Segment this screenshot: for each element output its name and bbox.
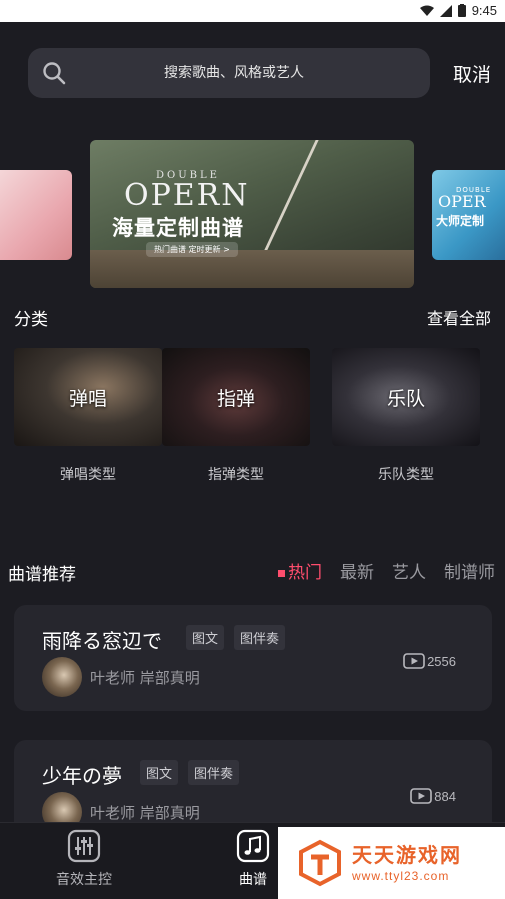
categories-title: 分类 — [14, 310, 48, 330]
category-image: 乐队 — [332, 348, 480, 446]
active-indicator — [278, 569, 285, 577]
category-image: 指弹 — [162, 348, 310, 446]
banner-left[interactable] — [0, 170, 72, 260]
search-input[interactable] — [28, 65, 430, 81]
song-chips: 图文 图伴奏 — [140, 760, 240, 785]
category-overlay-label: 弹唱 — [68, 388, 107, 410]
song-chip: 图文 — [186, 625, 225, 650]
search-icon — [43, 62, 66, 85]
avatar — [42, 657, 82, 697]
tab-hot-label: 热门 — [288, 563, 322, 583]
category-card-strumming[interactable]: 弹唱 弹唱类型 — [14, 348, 162, 484]
signal-icon — [439, 4, 452, 17]
banner-deck — [90, 250, 414, 288]
site-watermark: 天天游戏网 www.ttyl23.com — [278, 827, 505, 899]
recommend-tabs: 热门 最新 艺人 制谱师 — [278, 558, 495, 583]
song-artists: 叶老师 岸部真明 — [90, 669, 200, 687]
status-icons: 9:45 — [419, 3, 497, 18]
watermark-url: www.ttyl23.com — [352, 869, 450, 883]
mixer-icon — [67, 829, 101, 863]
song-card[interactable]: 雨降る窓辺で 图文 图伴奏 叶老师 岸部真明 2556 — [14, 605, 492, 711]
play-icon — [403, 653, 425, 669]
search-row: 取消 — [28, 48, 491, 98]
tab-artists[interactable]: 艺人 — [392, 558, 426, 583]
song-artists: 叶老师 岸部真明 — [90, 804, 200, 822]
watermark-logo-icon — [299, 839, 341, 887]
category-overlay-label: 指弹 — [216, 388, 255, 410]
play-count-value: 2556 — [427, 653, 456, 669]
recommend-header: 曲谱推荐 热门 最新 艺人 制谱师 — [8, 560, 495, 586]
music-note-icon — [236, 829, 270, 863]
banner-subtitle: 海量定制曲谱 — [112, 216, 244, 240]
tab-sound-control[interactable]: 音效主控 — [34, 829, 134, 889]
song-chips: 图文 图伴奏 — [186, 625, 286, 650]
song-chip: 图伴奏 — [234, 625, 286, 650]
banner-tag: 热门曲谱 定时更新 > — [146, 242, 238, 257]
play-count-value: 884 — [434, 788, 456, 804]
play-icon — [410, 788, 433, 804]
song-chip: 图伴奏 — [188, 760, 240, 785]
category-card-fingerstyle[interactable]: 指弹 指弹类型 — [162, 348, 310, 484]
banner-right[interactable]: DOUBLE OPER 大师定制 — [432, 170, 505, 260]
status-time: 9:45 — [471, 3, 497, 18]
banner-right-title: OPER — [438, 192, 486, 211]
banner-right-subtitle: 大师定制 — [436, 214, 485, 228]
battery-icon — [457, 4, 466, 17]
cancel-button[interactable]: 取消 — [453, 60, 491, 87]
status-bar: 9:45 — [0, 0, 505, 22]
play-count: 884 — [410, 788, 456, 804]
tab-transcribers[interactable]: 制谱师 — [444, 558, 495, 583]
category-name: 指弹类型 — [208, 467, 264, 483]
category-card-band[interactable]: 乐队 乐队类型 — [332, 348, 480, 484]
view-all-link[interactable]: 查看全部 — [427, 305, 491, 329]
song-chip: 图文 — [140, 760, 179, 785]
search-box[interactable] — [28, 48, 430, 98]
watermark-text: 天天游戏网 — [352, 843, 462, 867]
tab-sound-control-label: 音效主控 — [56, 872, 112, 888]
banner-pergola — [264, 140, 414, 250]
category-image: 弹唱 — [14, 348, 162, 446]
banner-main[interactable]: DOUBLE OPERN 海量定制曲谱 热门曲谱 定时更新 > — [90, 140, 414, 288]
category-name: 乐队类型 — [378, 467, 434, 483]
category-name: 弹唱类型 — [60, 467, 116, 483]
song-title: 雨降る窓辺で — [42, 629, 162, 653]
song-title: 少年の夢 — [42, 764, 122, 788]
tab-latest[interactable]: 最新 — [340, 558, 374, 583]
tab-hot[interactable]: 热门 — [278, 558, 322, 583]
category-overlay-label: 乐队 — [386, 388, 425, 410]
wifi-icon — [419, 5, 434, 16]
play-count: 2556 — [403, 653, 456, 669]
banner-title: OPERN — [124, 178, 250, 213]
recommend-title: 曲谱推荐 — [8, 565, 76, 585]
